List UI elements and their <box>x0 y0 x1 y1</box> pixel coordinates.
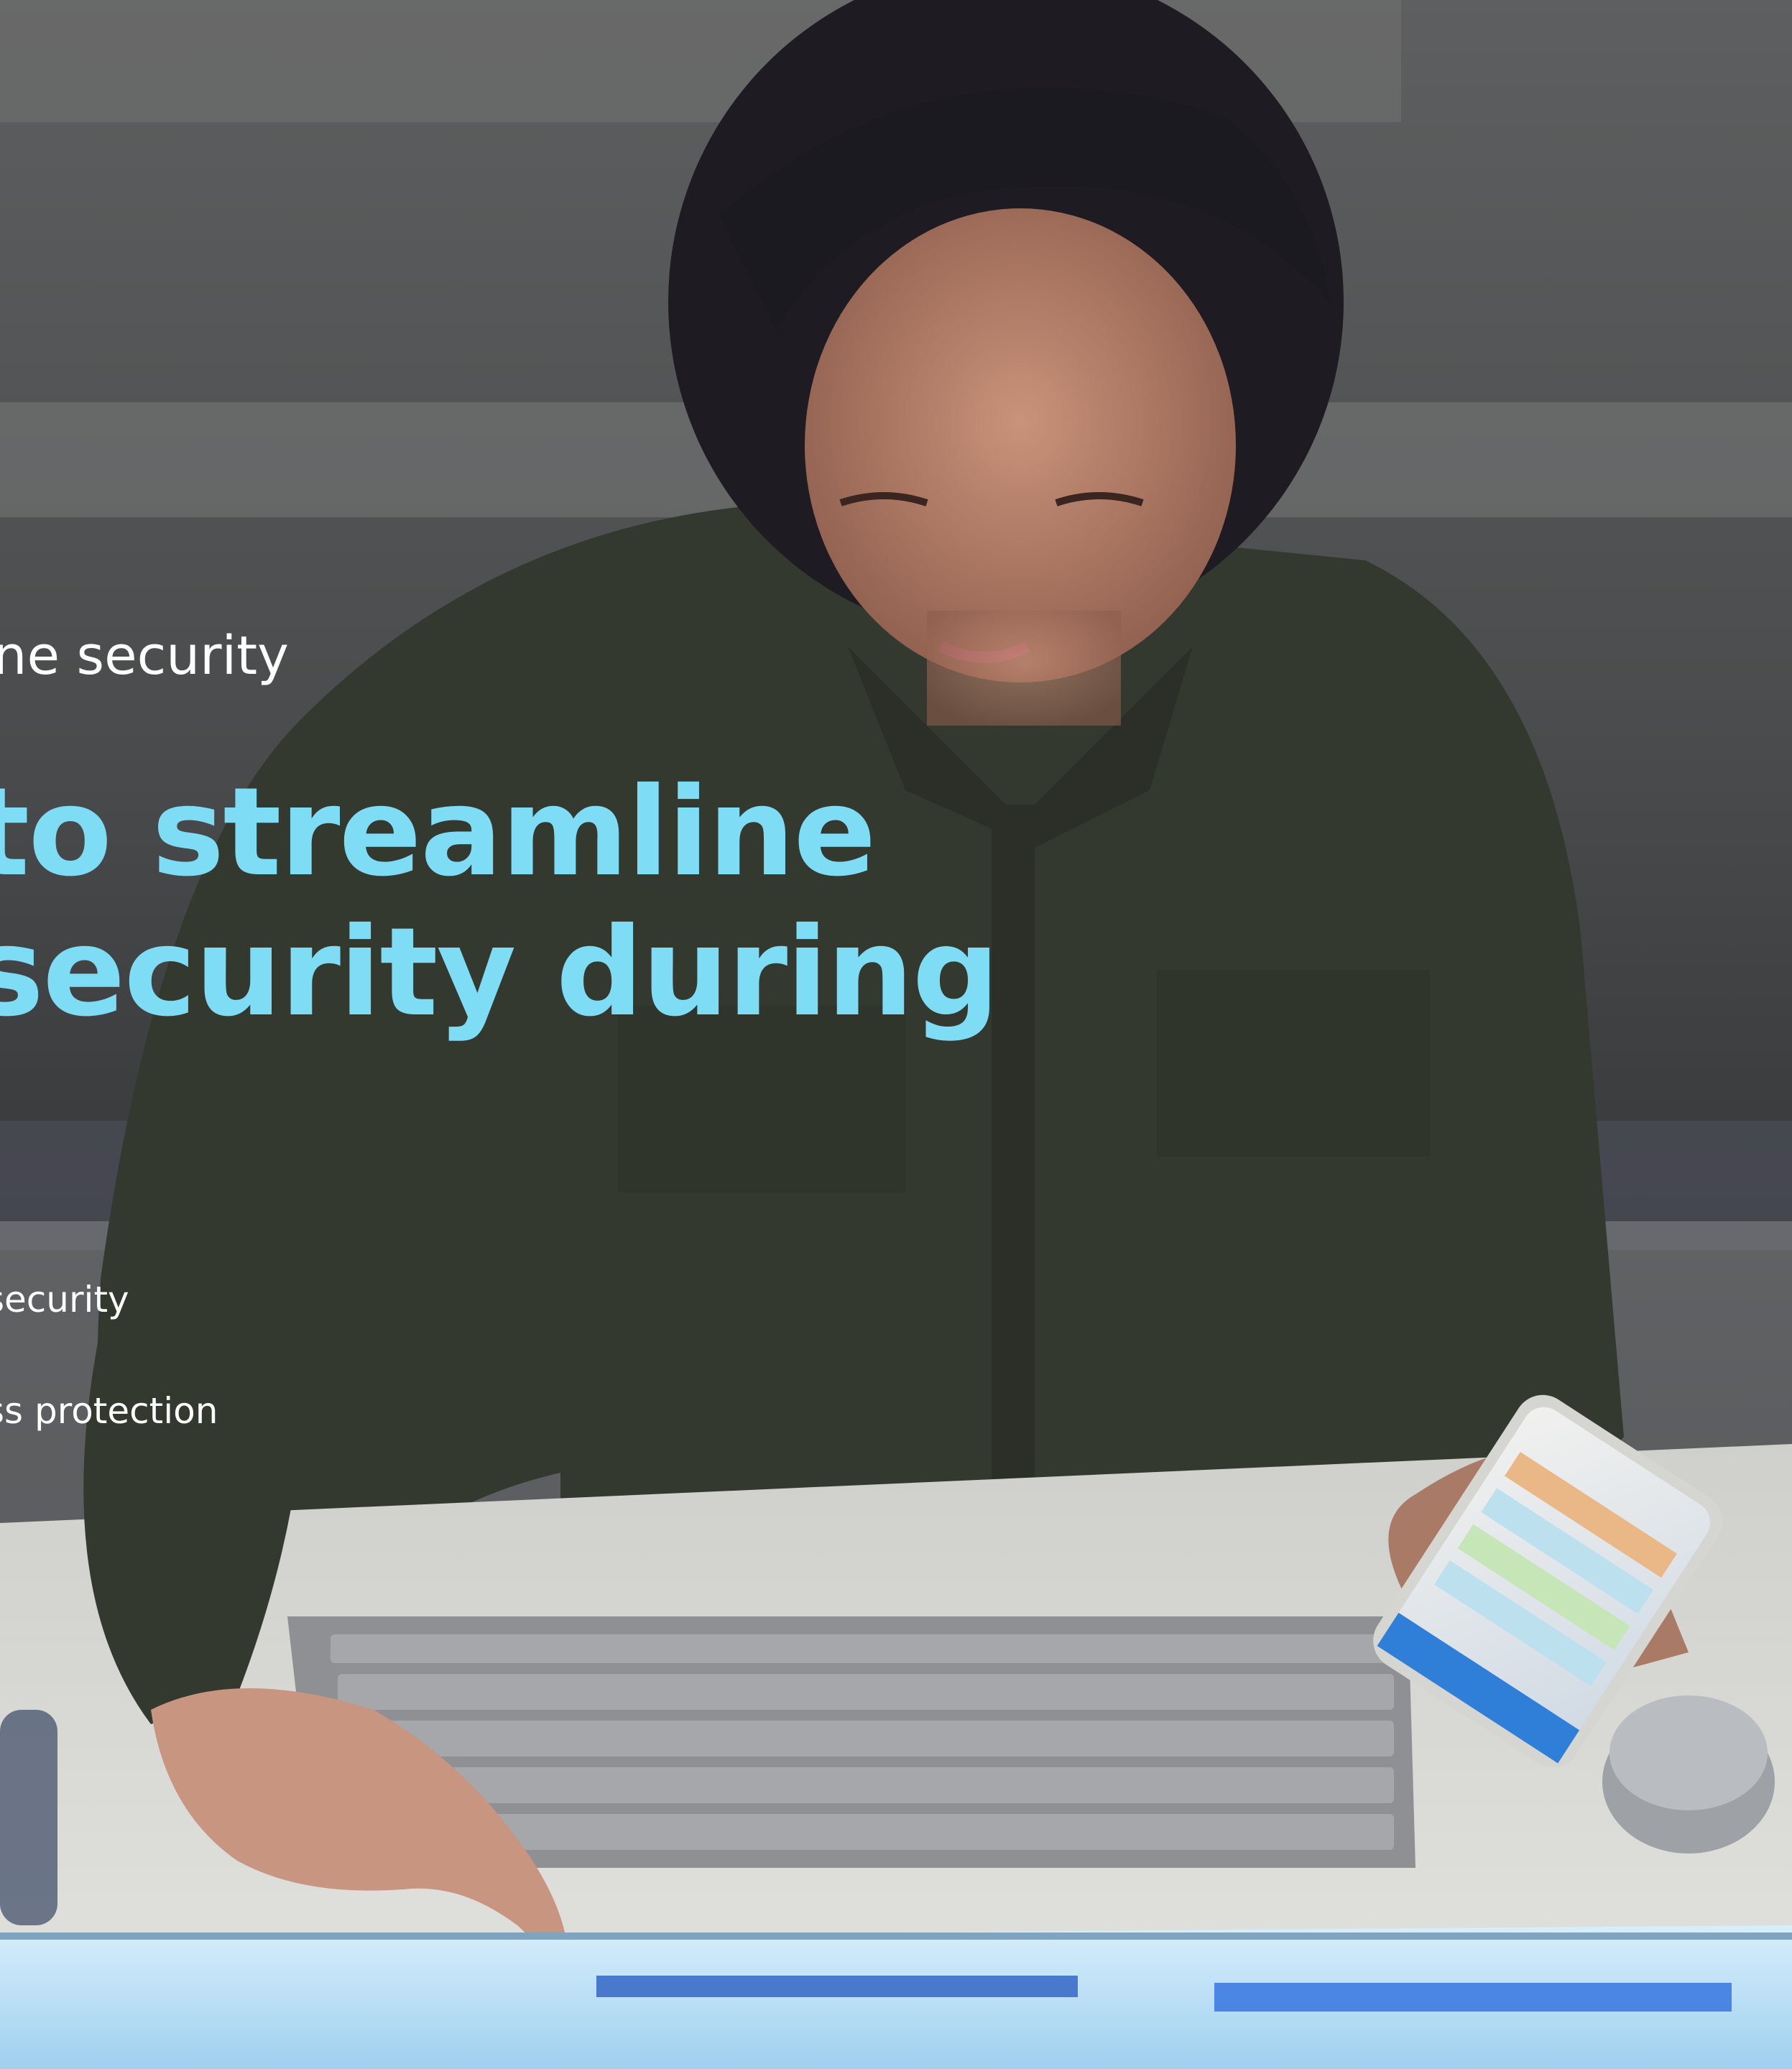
headline-line-2: security during <box>0 902 999 1044</box>
headline-line-1: to streamline <box>0 762 877 904</box>
bullet-item-2: ss protection <box>0 1390 218 1432</box>
kicker-text: ine security <box>0 625 289 687</box>
bullet-item-1: security <box>0 1279 129 1320</box>
